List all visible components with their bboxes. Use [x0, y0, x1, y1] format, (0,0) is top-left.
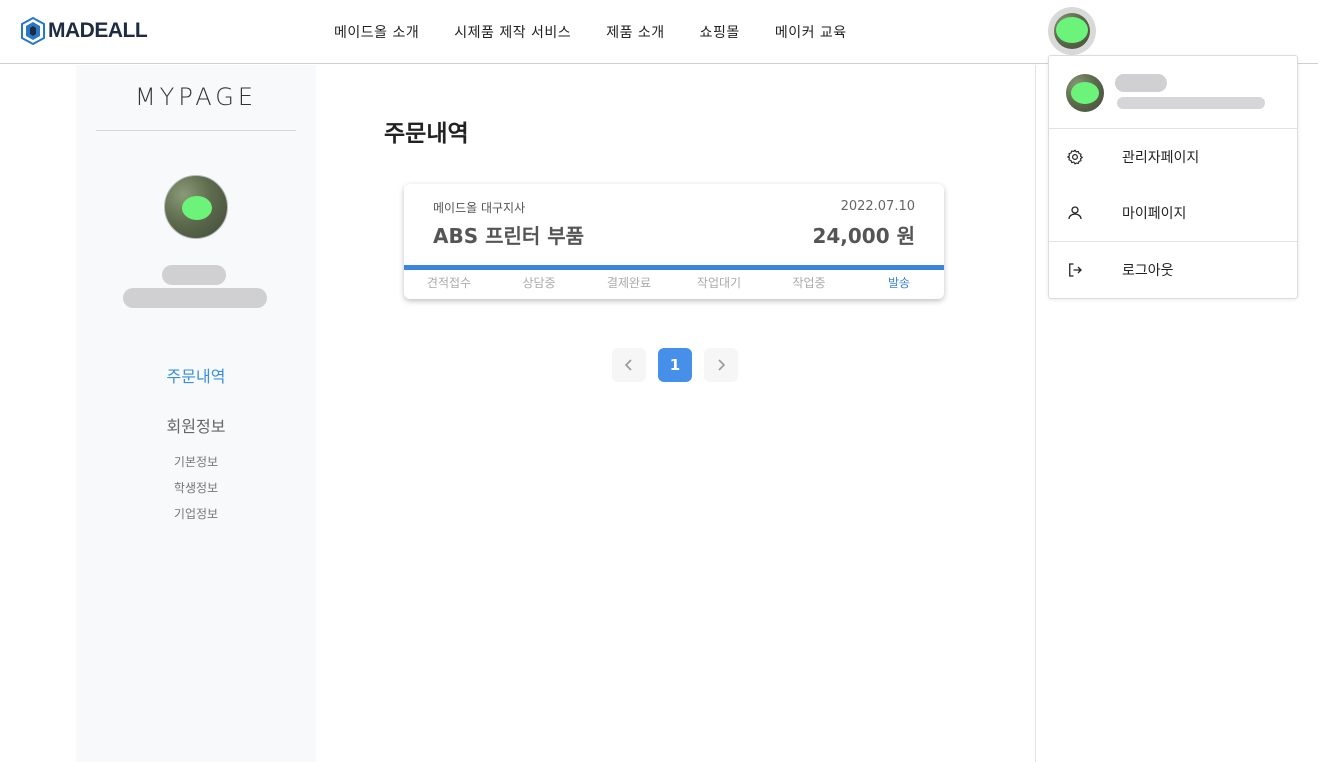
order-step-active: 발송	[887, 276, 911, 290]
page-title: 주문내역	[384, 121, 469, 147]
menu-item-mypage[interactable]: 마이페이지	[1049, 185, 1297, 241]
order-price: 24,000 원	[812, 224, 915, 248]
order-card[interactable]: 메이드올 대구지사 2022.07.10 ABS 프린터 부품 24,000 원…	[404, 184, 944, 299]
mypage-sidebar: MYPAGE 주문내역 회원정보 기본정보 학생정보 기업정보	[76, 65, 316, 762]
main-nav: 메이드올 소개 시제품 제작 서비스 제품 소개 쇼핑몰 메이커 교육	[334, 22, 882, 42]
avatar	[1054, 13, 1090, 49]
user-email-redacted	[1117, 97, 1265, 109]
order-step: 상담중	[522, 276, 556, 290]
logout-icon	[1069, 263, 1082, 277]
order-step: 작업대기	[696, 276, 742, 290]
menu-item-admin[interactable]: 관리자페이지	[1049, 129, 1297, 185]
sidebar-item-company-info[interactable]: 기업정보	[76, 505, 316, 522]
order-progress-bar	[404, 265, 944, 270]
order-steps: 견적접수 상담중 결제완료 작업대기 작업중 발송	[404, 274, 944, 291]
logo-text: MADEALL	[48, 19, 148, 42]
sidebar-divider	[96, 130, 296, 131]
pagination: 1	[612, 348, 738, 382]
nav-item-about[interactable]: 메이드올 소개	[334, 22, 419, 42]
sidebar-item-student-info[interactable]: 학생정보	[76, 479, 316, 496]
gear-icon	[1067, 149, 1083, 165]
menu-item-logout[interactable]: 로그아웃	[1049, 242, 1297, 298]
dropdown-user-info	[1049, 56, 1297, 129]
content-divider	[1035, 65, 1036, 762]
order-date: 2022.07.10	[840, 199, 915, 214]
nav-item-shop[interactable]: 쇼핑몰	[700, 22, 740, 42]
profile-email-redacted	[123, 288, 267, 308]
nav-item-prototype-service[interactable]: 시제품 제작 서비스	[454, 22, 571, 42]
user-icon	[1068, 206, 1082, 220]
order-step: 결제완료	[606, 276, 652, 290]
page-button-current[interactable]: 1	[658, 348, 692, 382]
menu-item-label: 관리자페이지	[1122, 150, 1200, 166]
avatar	[1066, 74, 1104, 112]
user-name-redacted	[1115, 74, 1167, 92]
prev-page-button[interactable]	[612, 348, 646, 382]
nav-item-products[interactable]: 제품 소개	[606, 22, 664, 42]
menu-item-label: 마이페이지	[1122, 206, 1187, 222]
next-page-button[interactable]	[704, 348, 738, 382]
profile-name-redacted	[162, 265, 226, 285]
order-step: 견적접수	[426, 276, 472, 290]
chevron-right-icon	[718, 359, 726, 371]
sidebar-item-basic-info[interactable]: 기본정보	[76, 453, 316, 470]
profile-avatar	[164, 175, 228, 239]
logo[interactable]: MADEALL	[20, 16, 148, 46]
nav-item-education[interactable]: 메이커 교육	[775, 22, 847, 42]
sidebar-item-orders[interactable]: 주문내역	[76, 363, 316, 387]
header-avatar-button[interactable]	[1048, 7, 1096, 55]
sidebar-item-member-info[interactable]: 회원정보	[76, 413, 316, 437]
chevron-left-icon	[624, 359, 632, 371]
order-product: ABS 프린터 부품	[433, 224, 585, 248]
order-branch: 메이드올 대구지사	[433, 201, 526, 215]
sidebar-title: MYPAGE	[134, 83, 258, 111]
order-step: 작업중	[792, 276, 826, 290]
logo-mark-icon	[21, 16, 45, 46]
user-dropdown-menu: 관리자페이지 마이페이지 로그아웃	[1048, 55, 1298, 299]
menu-item-label: 로그아웃	[1122, 263, 1174, 279]
